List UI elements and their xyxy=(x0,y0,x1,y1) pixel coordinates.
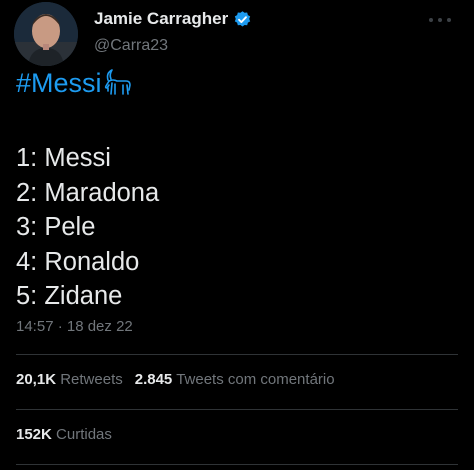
verified-badge-icon xyxy=(233,10,252,29)
ranking-item: 5: Zidane xyxy=(16,282,123,310)
divider xyxy=(16,354,458,355)
ranking-item: 3: Pele xyxy=(16,213,96,241)
ranking-list: 1: Messi 2: Maradona 3: Pele 4: Ronaldo … xyxy=(16,141,159,314)
quotes-label: Tweets com comentário xyxy=(176,371,335,388)
goat-emoji-icon xyxy=(103,67,135,99)
retweets-label: Retweets xyxy=(60,371,123,388)
divider xyxy=(16,409,458,410)
quotes-stat[interactable]: 2.845 Tweets com comentário xyxy=(135,371,335,388)
more-options-icon[interactable] xyxy=(420,14,460,26)
retweets-count: 20,1K xyxy=(16,371,57,388)
quotes-count: 2.845 xyxy=(134,371,173,388)
ranking-item: 4: Ronaldo xyxy=(16,247,140,276)
ranking-item: 2: Maradona xyxy=(16,178,160,207)
likes-stat[interactable]: 152K Curtidas xyxy=(16,426,112,443)
tweet-hashtag-row: #Messi xyxy=(16,68,135,99)
ranking-item: 1: Messi xyxy=(16,144,111,172)
tweet-timestamp[interactable]: 14:57 · 18 dez 22 xyxy=(16,318,133,335)
avatar[interactable] xyxy=(14,2,78,66)
retweets-stat[interactable]: 20,1K Retweets xyxy=(16,371,123,388)
likes-count: 152K xyxy=(16,426,52,443)
divider xyxy=(16,464,458,465)
likes-label: Curtidas xyxy=(56,426,112,443)
hashtag-link[interactable]: #Messi xyxy=(16,68,102,99)
author-name[interactable]: Jamie Carragher xyxy=(94,9,228,29)
likes-stats: 152K Curtidas xyxy=(16,426,112,443)
engagement-stats: 20,1K Retweets 2.845 Tweets com comentári… xyxy=(16,371,335,388)
author-name-row: Jamie Carragher xyxy=(94,9,252,29)
author-handle[interactable]: @Carra23 xyxy=(94,37,168,55)
avatar-image xyxy=(14,2,78,66)
